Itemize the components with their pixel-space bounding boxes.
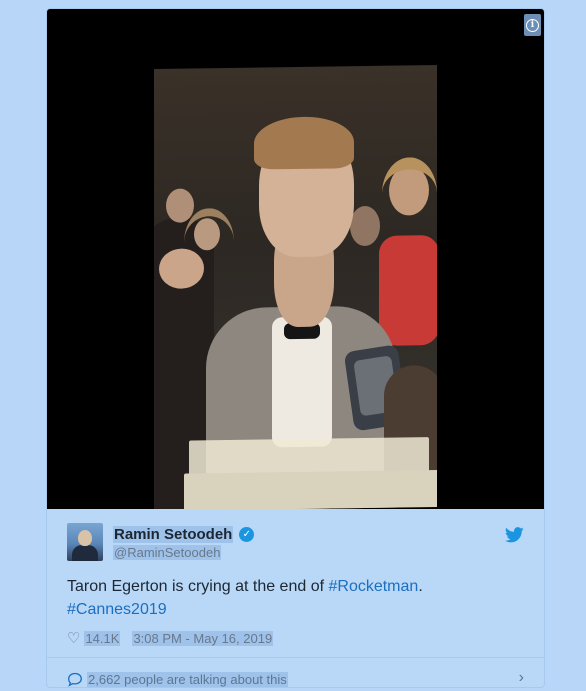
avatar[interactable] [67, 523, 103, 561]
tweet-timestamp[interactable]: 3:08 PM - May 16, 2019 [132, 630, 274, 646]
tweet-text: Taron Egerton is crying at the end of #R… [67, 575, 527, 621]
tweet-text-period: . [418, 578, 423, 595]
conversation-text: 2,662 people are talking about this [87, 671, 288, 687]
info-glyph: i [526, 18, 539, 32]
author-handle[interactable]: @RaminSetoodeh [113, 545, 222, 560]
embedded-tweet-card: i Ramin Setoodeh ✓ @RaminSetoodeh Taron … [46, 8, 545, 688]
conversation-link[interactable]: 2,662 people are talking about this [67, 669, 527, 687]
author-row: Ramin Setoodeh ✓ [113, 526, 255, 543]
twitter-bird-icon[interactable] [505, 527, 524, 543]
author-name[interactable]: Ramin Setoodeh [113, 526, 234, 543]
video-media[interactable]: i [47, 9, 544, 509]
like-count[interactable]: 14.1K [84, 630, 121, 646]
video-frame [154, 65, 437, 509]
like-heart-icon[interactable]: ♡ [67, 629, 80, 647]
hashtag-rocketman[interactable]: #Rocketman [328, 578, 418, 595]
verified-badge-icon: ✓ [239, 527, 255, 542]
tweet-meta: ♡ 14.1K 3:08 PM - May 16, 2019 [67, 629, 274, 647]
chevron-right-icon[interactable]: › [519, 669, 524, 687]
tweet-text-part: Taron Egerton is crying at the end of [67, 578, 329, 595]
hashtag-cannes2019[interactable]: #Cannes2019 [67, 601, 167, 618]
divider [47, 657, 544, 658]
info-icon[interactable]: i [524, 14, 541, 36]
speech-bubble-icon [68, 672, 82, 687]
